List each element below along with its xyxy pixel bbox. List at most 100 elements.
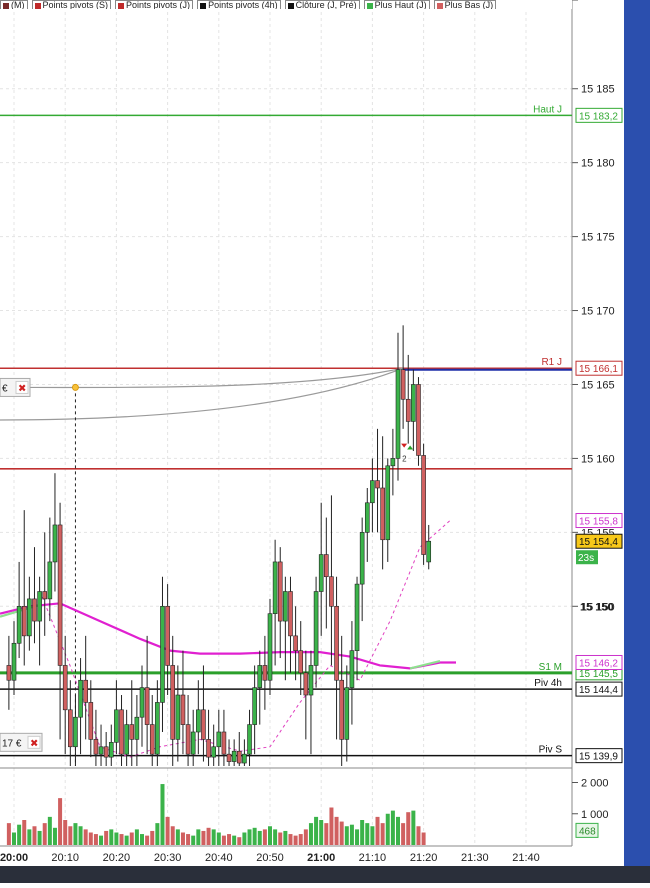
candle-body[interactable] [313,591,319,666]
legend-label: Clôture (J, Pré) [295,0,357,10]
candle-body[interactable] [288,591,293,637]
candle-body[interactable] [216,731,222,748]
candle-body[interactable] [236,750,242,764]
candle-body[interactable] [114,709,119,743]
legend-item[interactable]: Points pivots (J) [115,0,194,9]
candle-body[interactable] [262,665,268,681]
candle-body[interactable] [324,554,329,578]
candle-body[interactable] [144,687,150,725]
candle-body[interactable] [103,746,109,758]
candle-body[interactable] [6,665,12,681]
candle-body[interactable] [180,694,186,725]
candle-body[interactable] [411,384,416,422]
candle-body[interactable] [196,709,201,733]
candle-body[interactable] [73,716,78,748]
candle-body[interactable] [267,613,273,681]
x-tick-label: 20:10 [51,852,79,864]
candle-body[interactable] [108,742,114,758]
candle-body[interactable] [405,398,411,422]
candle-body[interactable] [364,502,370,533]
candle-body[interactable] [334,605,339,681]
candle-body[interactable] [329,576,334,607]
candle-body[interactable] [206,739,211,758]
candle-body[interactable] [283,591,288,622]
candle-body[interactable] [119,709,124,755]
legend-swatch [436,2,443,9]
candle-body[interactable] [211,746,216,758]
candle-body[interactable] [349,650,355,688]
legend-item[interactable]: (M) [0,0,28,9]
candle-body[interactable] [226,753,232,762]
candle-body[interactable] [201,709,206,740]
candle-body[interactable] [27,598,32,637]
candle-body[interactable] [170,665,176,740]
legend-item[interactable]: Clôture (J, Pré) [284,0,360,10]
candle-body[interactable] [390,458,396,467]
candle-body[interactable] [21,605,27,637]
candle-body[interactable] [400,369,406,400]
volume-bar [375,816,380,845]
legend-item[interactable]: Plus Haut (J) [363,0,430,9]
candle-body[interactable] [308,665,314,696]
volume-bar [252,827,257,845]
candle-body[interactable] [421,455,426,555]
candle-body[interactable] [380,487,385,541]
candle-body[interactable] [83,679,88,703]
candle-body[interactable] [124,724,129,755]
candle-body[interactable] [303,672,309,696]
candle-body[interactable] [395,369,401,459]
candle-body[interactable] [298,650,304,674]
candle-body[interactable] [375,480,380,489]
candle-body[interactable] [93,739,99,755]
candle-body[interactable] [293,635,298,651]
candle-body[interactable] [277,561,283,622]
candle-body[interactable] [416,384,421,456]
candle-body[interactable] [37,591,42,622]
candle-body[interactable] [134,716,140,740]
chart-canvas[interactable]: 15 185 15 180 15 175 15 170 15 165 15 160 15 1… [0,0,650,883]
candle-body[interactable] [339,679,344,740]
candle-body[interactable] [185,724,191,755]
candle-body[interactable] [344,687,350,740]
candle-body[interactable] [359,532,365,585]
candle-body[interactable] [11,642,17,681]
candle-body[interactable] [16,605,22,644]
candle-body[interactable] [47,561,53,600]
trading-chart[interactable]: 15 185 15 180 15 175 15 170 15 165 15 160 15 1… [0,0,650,883]
candle-body[interactable] [32,598,37,622]
candle-body[interactable] [129,724,135,740]
legend-item[interactable]: Points pivots (4h) [197,0,281,9]
candle-body[interactable] [257,665,263,688]
candle-body[interactable] [354,583,360,651]
candle-body[interactable] [68,709,73,748]
candle-body[interactable] [57,524,63,666]
candle-body[interactable] [52,524,58,563]
candle-body[interactable] [160,605,165,703]
volume-bar [196,829,201,845]
legend-item[interactable]: Points pivots (S) [31,0,112,9]
candle-body[interactable] [252,687,257,725]
candle-body[interactable] [231,750,237,762]
marker-dot[interactable] [71,383,79,391]
candle-body[interactable] [88,702,94,740]
candle-body[interactable] [247,724,252,755]
candle-body[interactable] [426,540,432,563]
candle-body[interactable] [98,746,104,755]
candle-body[interactable] [42,591,48,600]
candle-body[interactable] [370,480,375,504]
candle-body[interactable] [318,554,324,592]
candle-body[interactable] [155,702,160,755]
candle-body[interactable] [190,731,196,755]
candle-body[interactable] [62,665,68,711]
candle-body[interactable] [242,753,247,764]
candle-body[interactable] [272,561,278,614]
candle-body[interactable] [139,687,145,718]
candle-body[interactable] [78,679,83,718]
candle-body[interactable] [175,694,181,740]
volume-bar [329,807,334,845]
candle-body[interactable] [165,605,170,666]
legend-item[interactable]: Plus Bas (J) [433,0,497,9]
candle-body[interactable] [221,731,227,755]
candle-body[interactable] [385,465,391,541]
candle-body[interactable] [149,724,155,755]
